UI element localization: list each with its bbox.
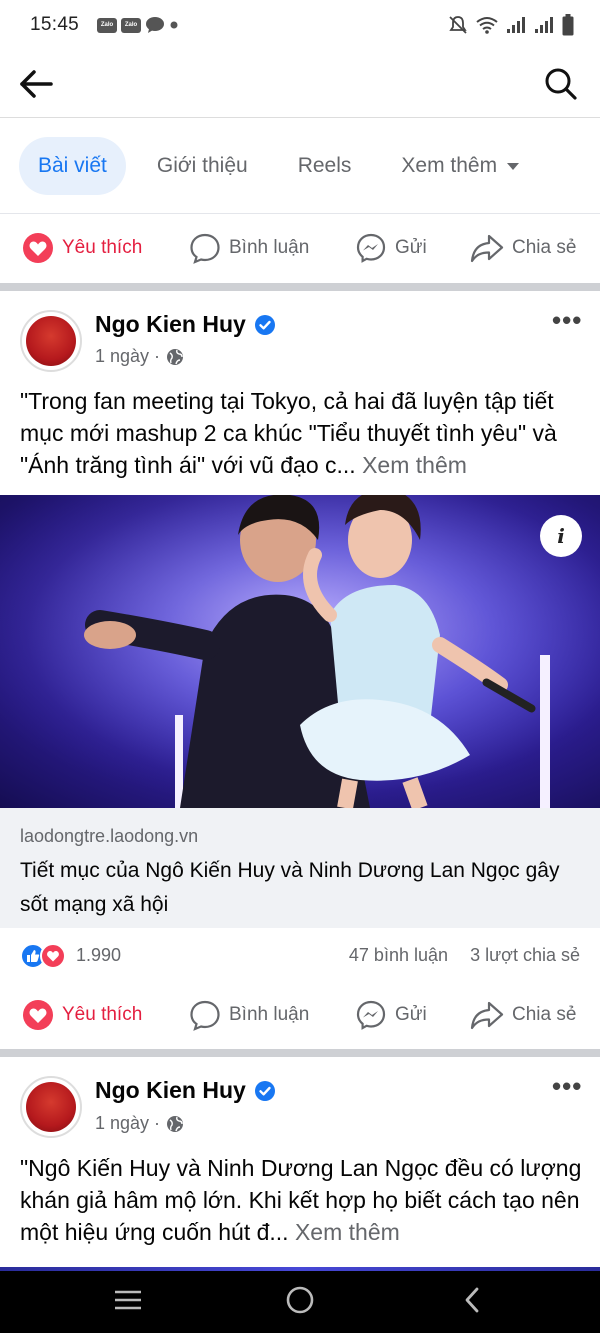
- link-preview[interactable]: laodongtre.laodong.vn Tiết mục của Ngô K…: [0, 808, 600, 928]
- tab-label: Bài viết: [38, 154, 107, 177]
- share-icon: [470, 234, 504, 263]
- share-label: Chia sẻ: [512, 237, 577, 258]
- author-name[interactable]: Ngo Kien Huy: [95, 311, 246, 338]
- nav-strip: [0, 1267, 600, 1271]
- post-text: "Trong fan meeting tại Tokyo, cả hai đã …: [20, 385, 585, 481]
- verified-icon: [254, 1080, 275, 1101]
- like-button[interactable]: Yêu thích: [22, 232, 142, 264]
- share-count[interactable]: 3 lượt chia sẻ: [470, 945, 580, 966]
- info-icon[interactable]: i: [540, 515, 582, 557]
- post-body: "Trong fan meeting tại Tokyo, cả hai đã …: [20, 388, 557, 478]
- post-text: "Ngô Kiến Huy và Ninh Dương Lan Ngọc đều…: [20, 1152, 585, 1248]
- recent-apps-icon[interactable]: [113, 1288, 143, 1312]
- dot-icon: [170, 21, 178, 29]
- top-app-bar: [0, 50, 600, 118]
- comment-label: Bình luận: [229, 1004, 310, 1025]
- back-arrow-icon[interactable]: [18, 69, 54, 99]
- send-button[interactable]: Gửi: [355, 232, 427, 264]
- zalo-icon: Zalo: [121, 17, 142, 33]
- tab-reels[interactable]: Reels: [279, 137, 371, 195]
- post-image[interactable]: i: [0, 495, 600, 808]
- post-time[interactable]: 1 ngày ·: [95, 1113, 160, 1134]
- post-meta: 1 ngày ·: [95, 1113, 184, 1134]
- post-time[interactable]: 1 ngày ·: [95, 346, 160, 367]
- comment-label: Bình luận: [229, 237, 310, 258]
- profile-tabs: Bài viết Giới thiệu Reels Xem thêm: [0, 136, 600, 196]
- send-button[interactable]: Gửi: [355, 999, 427, 1031]
- comment-button[interactable]: Bình luận: [189, 999, 309, 1031]
- share-icon: [470, 1001, 504, 1030]
- avatar[interactable]: [20, 310, 82, 372]
- heart-icon: [23, 233, 53, 263]
- more-options-icon[interactable]: •••: [552, 305, 582, 336]
- heart-icon: [23, 1000, 53, 1030]
- reaction-icons[interactable]: [20, 943, 66, 969]
- see-more-link[interactable]: Xem thêm: [295, 1219, 400, 1245]
- messenger-icon: [356, 233, 386, 263]
- like-label: Yêu thích: [62, 1004, 143, 1025]
- wifi-icon: [476, 17, 498, 34]
- like-label: Yêu thích: [62, 237, 143, 258]
- send-label: Gửi: [395, 1004, 427, 1025]
- divider: [0, 213, 600, 214]
- avatar[interactable]: [20, 1076, 82, 1138]
- more-options-icon[interactable]: •••: [552, 1071, 582, 1102]
- home-icon[interactable]: [285, 1285, 315, 1315]
- caret-down-icon: [507, 162, 520, 170]
- tab-label: Giới thiệu: [156, 154, 248, 177]
- post-author[interactable]: Ngo Kien Huy: [95, 311, 276, 338]
- share-button[interactable]: Chia sẻ: [470, 1000, 576, 1030]
- signal-icon: [507, 17, 525, 33]
- verified-icon: [254, 314, 275, 335]
- chat-bubble-icon: [146, 17, 165, 33]
- love-reaction-icon: [40, 943, 66, 969]
- tab-posts[interactable]: Bài viết: [19, 137, 126, 195]
- post-author[interactable]: Ngo Kien Huy: [95, 1077, 276, 1104]
- status-bar: 15:45 Zalo Zalo: [0, 0, 600, 50]
- link-domain: laodongtre.laodong.vn: [20, 826, 199, 846]
- comment-count[interactable]: 47 bình luận: [349, 945, 448, 966]
- comment-icon: [190, 1000, 220, 1031]
- search-icon[interactable]: [544, 67, 578, 101]
- section-separator: [0, 283, 600, 291]
- notification-icons: Zalo Zalo: [97, 16, 179, 34]
- action-bar: Yêu thích Bình luận Gửi Chia sẻ: [0, 985, 600, 1045]
- comment-icon: [190, 233, 220, 264]
- like-button[interactable]: Yêu thích: [22, 999, 142, 1031]
- reaction-count[interactable]: 1.990: [76, 945, 121, 966]
- battery-icon: [562, 14, 574, 36]
- tab-label: Reels: [297, 154, 352, 177]
- link-title: Tiết mục của Ngô Kiến Huy và Ninh Dương …: [20, 859, 560, 916]
- zalo-icon: Zalo: [97, 17, 118, 33]
- tab-see-more[interactable]: Xem thêm: [382, 137, 538, 195]
- reaction-summary: 1.990 47 bình luận 3 lượt chia sẻ: [0, 930, 600, 982]
- share-label: Chia sẻ: [512, 1004, 577, 1025]
- author-name[interactable]: Ngo Kien Huy: [95, 1077, 246, 1104]
- tab-label: Xem thêm: [401, 154, 498, 177]
- send-label: Gửi: [395, 237, 427, 258]
- action-bar: Yêu thích Bình luận Gửi Chia sẻ: [0, 218, 600, 278]
- system-nav-bar: [0, 1267, 600, 1333]
- share-button[interactable]: Chia sẻ: [470, 233, 576, 263]
- status-time: 15:45: [30, 14, 80, 35]
- signal-icon: [535, 17, 553, 33]
- concert-photo: [0, 495, 600, 808]
- post-meta: 1 ngày ·: [95, 346, 184, 367]
- globe-icon: [167, 348, 184, 365]
- see-more-link[interactable]: Xem thêm: [362, 452, 467, 478]
- messenger-icon: [356, 1000, 386, 1030]
- comment-button[interactable]: Bình luận: [189, 232, 309, 264]
- mute-icon: [449, 16, 467, 34]
- tab-about[interactable]: Giới thiệu: [138, 137, 267, 195]
- globe-icon: [167, 1115, 184, 1132]
- back-icon[interactable]: [462, 1287, 482, 1313]
- section-separator: [0, 1049, 600, 1057]
